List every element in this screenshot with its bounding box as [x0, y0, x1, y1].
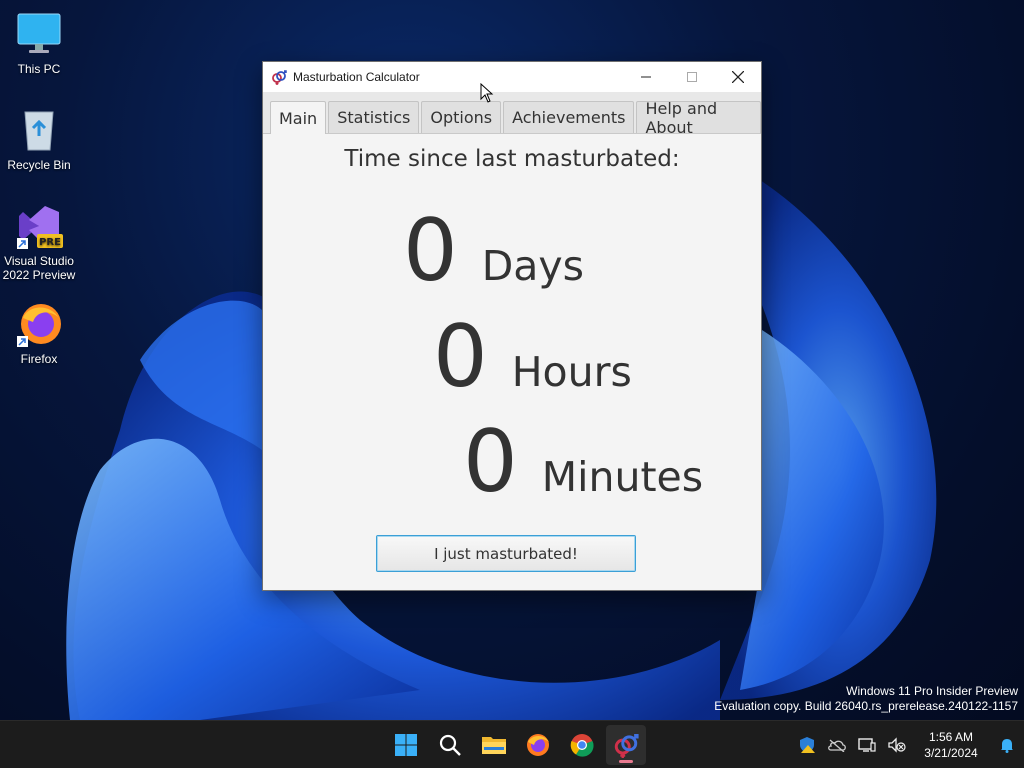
recycle-bin-icon	[15, 106, 63, 154]
watermark-build: Evaluation copy. Build 26040.rs_prerelea…	[714, 699, 1018, 713]
time-since-heading: Time since last masturbated:	[344, 146, 680, 172]
file-explorer-icon	[482, 737, 506, 754]
minimize-button[interactable]	[623, 62, 669, 92]
volume-tray-button[interactable]	[882, 721, 912, 768]
hours-label: Hours	[511, 348, 632, 396]
minutes-value: 0	[463, 412, 518, 512]
firefox-taskbar-button[interactable]	[518, 725, 558, 765]
search-button[interactable]	[430, 725, 470, 765]
maximize-icon	[687, 72, 697, 82]
pre-badge: PRE	[39, 237, 61, 248]
desktop-icon-label: This PC	[17, 62, 61, 76]
main-tab-content: Time since last masturbated: 0 Days 0 Ho…	[263, 134, 761, 590]
title-bar[interactable]: Masturbation Calculator	[263, 62, 761, 92]
start-button[interactable]	[386, 725, 426, 765]
tab-help-and-about[interactable]: Help and About	[636, 99, 761, 137]
hours-value: 0	[433, 307, 488, 407]
masturbation-calculator-taskbar-button[interactable]	[606, 725, 646, 765]
desktop-icon-label-line2: 2022 Preview	[2, 268, 76, 282]
security-shield-icon	[800, 737, 815, 753]
watermark-edition: Windows 11 Pro Insider Preview	[846, 684, 1018, 698]
masturbation-calculator-icon	[614, 734, 639, 758]
file-explorer-button[interactable]	[474, 725, 514, 765]
network-tray-button[interactable]	[852, 721, 882, 768]
monitor-icon	[15, 10, 63, 58]
onedrive-icon	[828, 739, 846, 752]
close-button[interactable]	[715, 62, 761, 92]
tab-statistics[interactable]: Statistics	[328, 101, 420, 133]
taskbar-apps	[386, 721, 646, 768]
minutes-label: Minutes	[541, 453, 704, 501]
tab-achievements[interactable]: Achievements	[503, 101, 635, 133]
desktop-icon-label: Visual Studio	[4, 254, 74, 268]
app-window: Masturbation Calculator Main Statistics …	[262, 61, 762, 591]
desktop-icon-label: Recycle Bin	[7, 158, 71, 172]
minimize-icon	[641, 76, 651, 78]
visual-studio-icon: PRE	[15, 202, 63, 250]
notifications-button[interactable]	[990, 721, 1024, 768]
taskbar: 1:56 AM 3/21/2024	[0, 720, 1024, 768]
maximize-button[interactable]	[669, 62, 715, 92]
mouse-cursor-icon	[480, 83, 494, 103]
tab-main[interactable]: Main	[270, 101, 327, 134]
windows-watermark: Windows 11 Pro Insider Preview Evaluatio…	[714, 684, 1018, 714]
clock-date: 3/21/2024	[924, 746, 978, 760]
minutes-counter: 0 Minutes	[463, 419, 703, 505]
firefox-icon	[15, 300, 63, 348]
days-label: Days	[481, 242, 585, 290]
desktop-icon-visual-studio[interactable]: PRE Visual Studio 2022 Preview	[0, 202, 79, 282]
desktop-icon-label: Firefox	[20, 352, 58, 366]
windows-start-icon	[395, 734, 417, 756]
onedrive-tray-button[interactable]	[822, 721, 852, 768]
desktop-icon-recycle-bin[interactable]: Recycle Bin	[0, 106, 79, 172]
desktop-icon-firefox[interactable]: Firefox	[0, 300, 79, 366]
search-icon	[439, 734, 461, 756]
i-just-masturbated-button[interactable]: I just masturbated!	[376, 535, 636, 572]
days-counter: 0 Days	[403, 208, 584, 294]
clock-time: 1:56 AM	[928, 730, 974, 744]
network-icon	[858, 738, 876, 752]
chrome-taskbar-button[interactable]	[562, 725, 602, 765]
volume-muted-icon	[888, 737, 906, 753]
security-tray-button[interactable]	[792, 721, 822, 768]
notification-bell-icon	[1001, 739, 1013, 753]
days-value: 0	[403, 201, 458, 301]
close-icon	[732, 71, 744, 83]
window-title: Masturbation Calculator	[293, 70, 420, 84]
system-tray: 1:56 AM 3/21/2024	[792, 721, 1024, 768]
tab-bar: Main Statistics Options Achievements Hel…	[263, 92, 761, 137]
taskbar-clock[interactable]: 1:56 AM 3/21/2024	[916, 729, 986, 761]
tab-options[interactable]: Options	[421, 101, 502, 133]
firefox-icon	[527, 734, 549, 756]
masturbation-calculator-app-icon	[272, 70, 287, 85]
hours-counter: 0 Hours	[433, 314, 632, 400]
desktop-icon-this-pc[interactable]: This PC	[0, 10, 79, 76]
chrome-icon	[570, 734, 594, 757]
